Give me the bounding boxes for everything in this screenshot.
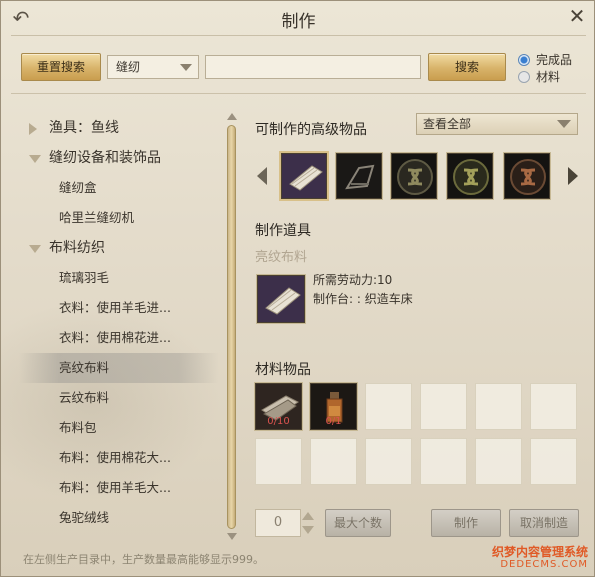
empty-material-slot [530,438,577,485]
footer-hint: 在左侧生产目录中，生产数量最高能够显示999。 [23,553,264,566]
knot-emblem-copper-icon[interactable] [504,153,550,199]
search-button[interactable]: 搜索 [428,53,506,81]
tool-item-name: 亮纹布料 [255,250,308,265]
tree-leaf[interactable]: 衣料：使用棉花进... [19,323,219,353]
material-count: 0/1 [325,416,342,427]
tree-item-label: 渔具：鱼线 [49,120,119,136]
labor-requirement: 所需劳动力:10 [313,273,393,287]
title-bar: ↶ 制作 ✕ [1,1,594,35]
chevron-down-icon [29,245,41,253]
tree-scrollbar[interactable] [225,113,239,541]
tree-leaf[interactable]: 哈里兰缝纫机 [19,203,219,233]
empty-material-slot [365,438,412,485]
cloth-roll-icon[interactable] [257,275,305,323]
chevron-down-icon [180,64,192,71]
scroll-down-icon[interactable] [227,533,237,540]
reset-search-button[interactable]: 重置搜索 [21,53,101,81]
radio-dot-icon [518,54,530,66]
cloth-bundle-icon[interactable]: 0/10 [255,383,302,430]
search-input[interactable] [205,55,421,79]
recipe-tree: 渔具：鱼线 缝纫设备和装饰品 缝纫盒 哈里兰缝纫机 布料纺织 琉璃羽毛 衣料：使… [19,113,219,543]
tree-leaf[interactable]: 布料包 [19,413,219,443]
tool-section-title: 制作道具 [255,223,311,239]
tree-item-label: 缝纫设备和装饰品 [49,150,161,166]
category-select[interactable]: 缝纫 [107,55,199,79]
tree-leaf[interactable]: 兔驼绒线 [19,503,219,533]
tree-category[interactable]: 渔具：鱼线 [19,113,219,143]
radio-label: 完成品 [536,53,573,67]
window-title: 制作 [281,12,316,32]
category-select-value: 缝纫 [116,60,141,74]
quantity-up-icon[interactable] [301,509,315,523]
tree-leaf[interactable]: 布料：使用棉花大... [19,443,219,473]
empty-material-slot [420,383,467,430]
view-filter-value: 查看全部 [423,117,472,131]
empty-material-slot [475,438,522,485]
radio-finished-product[interactable]: 完成品 [518,52,588,68]
tree-leaf[interactable]: 衣料：使用羊毛进... [19,293,219,323]
materials-title: 材料物品 [255,362,311,378]
empty-material-slot [310,438,357,485]
scroll-thumb[interactable] [227,125,236,529]
watermark-line-1: 织梦内容管理系统 [491,545,588,559]
empty-material-slot [365,383,412,430]
view-filter-select[interactable]: 查看全部 [416,113,578,135]
tree-leaf[interactable]: 布料：使用羊毛大... [19,473,219,503]
watermark-line-2: DEDECMS.COM [500,559,588,570]
divider [11,35,586,36]
empty-material-slot [475,383,522,430]
knot-emblem-gold-icon[interactable] [391,153,437,199]
radio-dot-icon [518,71,530,83]
watermark: 织梦内容管理系统 DEDECMS.COM [478,546,588,572]
crafting-window: ↶ 制作 ✕ 重置搜索 缝纫 搜索 完成品 材料 渔具：鱼线 缝纫设备和装饰品 … [0,0,595,577]
quantity-input[interactable]: 0 [255,509,301,537]
empty-material-slot [420,438,467,485]
chevron-down-icon [29,155,41,163]
carousel-prev-icon[interactable] [257,167,267,185]
radio-material[interactable]: 材料 [518,69,588,85]
radio-label: 材料 [536,70,561,84]
craft-button[interactable]: 制作 [431,509,501,537]
advanced-items-title: 可制作的高级物品 [255,122,367,138]
empty-material-slot [530,383,577,430]
cloth-roll-icon[interactable] [281,153,327,199]
cancel-craft-button[interactable]: 取消制造 [509,509,579,537]
material-count: 0/10 [267,416,290,427]
dye-bottle-icon[interactable]: 0/1 [310,383,357,430]
tree-item-label: 布料纺织 [49,240,105,256]
crafting-station: 制作台: : 织造车床 [313,292,413,306]
divider [11,93,586,94]
carousel-next-icon[interactable] [568,167,578,185]
tree-leaf[interactable]: 缝纫盒 [19,173,219,203]
chevron-right-icon [29,123,37,135]
chevron-down-icon [557,120,571,128]
sewing-machine-icon[interactable] [336,153,382,199]
tree-category[interactable]: 缝纫设备和装饰品 [19,143,219,173]
tree-category[interactable]: 布料纺织 [19,233,219,263]
quantity-down-icon[interactable] [301,523,315,537]
tree-leaf[interactable]: 云纹布料 [19,383,219,413]
max-quantity-button[interactable]: 最大个数 [325,509,391,537]
empty-material-slot [255,438,302,485]
knot-emblem-olive-icon[interactable] [447,153,493,199]
close-icon[interactable]: ✕ [566,5,588,27]
tree-leaf-selected[interactable]: 亮纹布料 [19,353,219,383]
scroll-up-icon[interactable] [227,113,237,120]
tree-leaf[interactable]: 琉璃羽毛 [19,263,219,293]
